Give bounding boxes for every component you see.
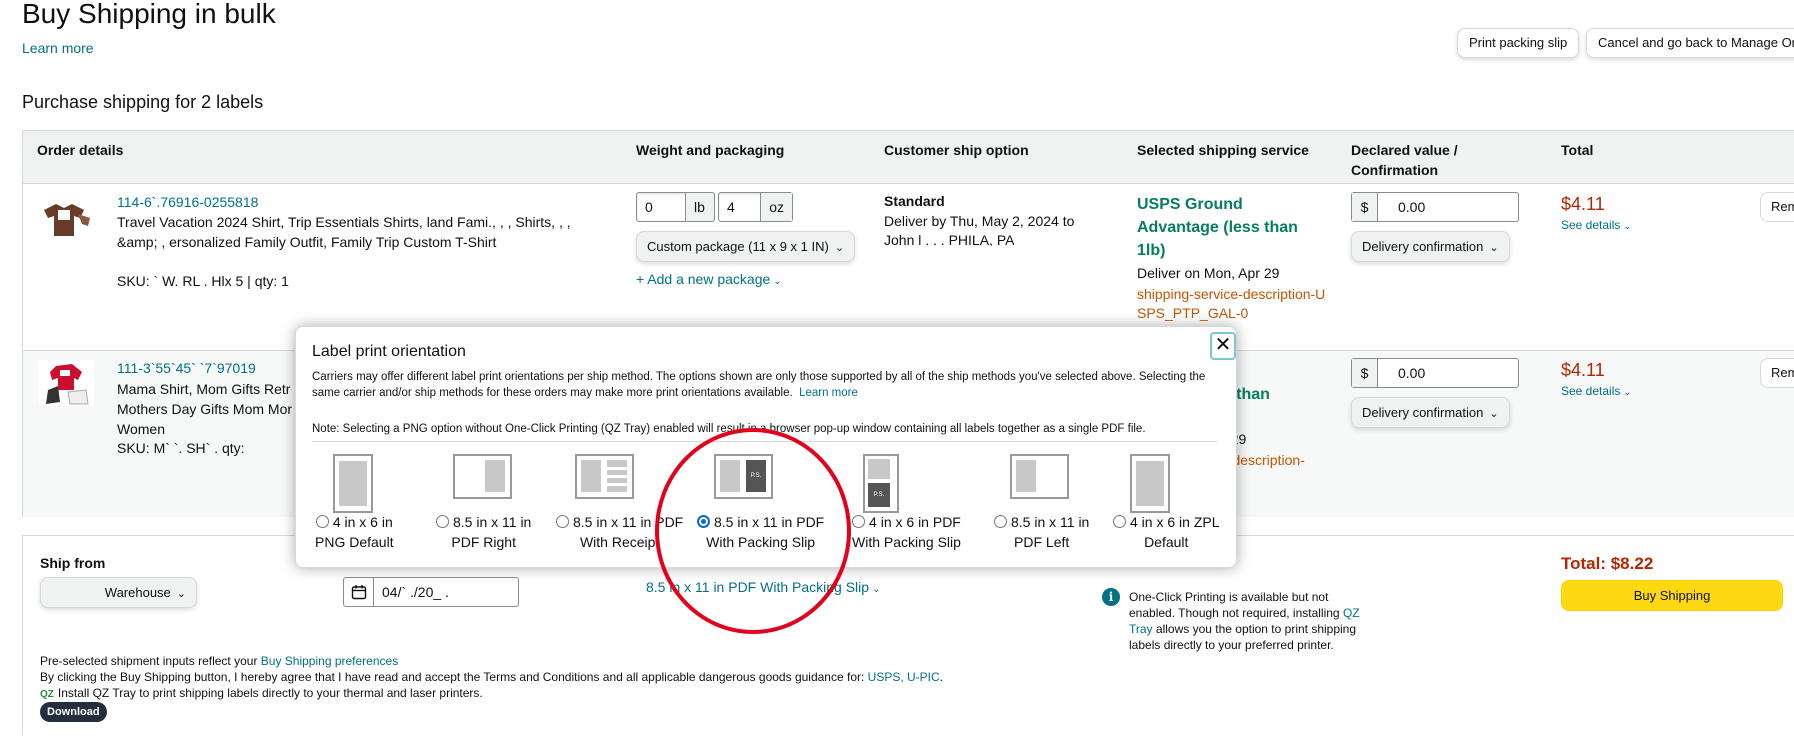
- product-sku: SKU: M` `. SH` . qty:: [117, 440, 245, 456]
- selected-service-name: USPS Ground Advantage (less than 1lb): [1137, 196, 1298, 259]
- header-total: Total: [1561, 142, 1594, 158]
- product-thumbnail[interactable]: [38, 196, 94, 242]
- calendar-icon[interactable]: [344, 578, 374, 606]
- header-order-details: Order details: [37, 142, 124, 158]
- remove-button[interactable]: Rem: [1760, 358, 1794, 388]
- preselected-note: Pre-selected shipment inputs reflect you…: [40, 654, 399, 668]
- chevron-down-icon: ⌄: [176, 588, 186, 600]
- chevron-down-icon: ⌄: [1489, 408, 1499, 420]
- customer-option-title: Standard: [884, 193, 945, 209]
- product-thumbnail[interactable]: [38, 360, 94, 406]
- service-description: shipping-service-description-USPS_PTP_GA…: [1137, 286, 1326, 321]
- header-weight: Weight and packaging: [636, 142, 785, 158]
- option-4x6-pdf-packing-slip[interactable]: 4 in x 6 in PDF With Packing Slip: [852, 512, 961, 552]
- row-total: $4.11: [1561, 194, 1605, 214]
- modal-title: Label print orientation: [312, 343, 466, 360]
- info-icon: i: [1102, 588, 1120, 606]
- radio-button[interactable]: [1113, 515, 1126, 528]
- chevron-down-icon: ⌄: [1489, 242, 1499, 254]
- see-details-link[interactable]: See details ⌄: [1561, 218, 1632, 232]
- option-letter-pdf-right[interactable]: 8.5 in x 11 in PDF Right: [436, 512, 531, 552]
- chevron-down-icon: ⌄: [872, 584, 881, 595]
- remove-button[interactable]: Rem: [1760, 192, 1794, 222]
- service-delivery-date: Deliver on Mon, Apr 29: [1137, 265, 1280, 281]
- chevron-down-icon: ⌄: [1623, 387, 1632, 398]
- header-selected-service: Selected shipping service: [1137, 142, 1309, 158]
- modal-learn-more-link[interactable]: Learn more: [799, 387, 858, 399]
- row-total: $4.11: [1561, 360, 1605, 380]
- radio-button[interactable]: [556, 515, 569, 528]
- option-4x6-png-default[interactable]: 4 in x 6 in PNG Default: [315, 512, 394, 552]
- customer-option-deliver: Deliver by Thu, May 2, 2024 to: [884, 213, 1075, 229]
- order-id-link[interactable]: 114-6`.76916-0255818: [117, 194, 258, 210]
- radio-button[interactable]: [315, 515, 329, 528]
- declared-value-input[interactable]: $0.00: [1351, 358, 1519, 388]
- chevron-down-icon: ⌄: [773, 276, 782, 287]
- confirmation-dropdown[interactable]: Delivery confirmation ⌄: [1351, 231, 1510, 262]
- radio-button[interactable]: [436, 515, 449, 528]
- add-package-link[interactable]: + Add a new package ⌄: [636, 271, 782, 287]
- customer-option-address: John l . . . PHILA, PA: [884, 232, 1015, 246]
- product-title: Travel Vacation 2024 Shirt, Trip Essenti…: [117, 214, 571, 250]
- buy-shipping-button[interactable]: Buy Shipping: [1561, 580, 1783, 611]
- radio-button[interactable]: [852, 515, 866, 528]
- learn-more-link[interactable]: Learn more: [22, 40, 94, 56]
- modal-description: Carriers may offer different label print…: [312, 371, 1206, 399]
- ship-from-dropdown[interactable]: Warehouse ⌄: [40, 577, 197, 608]
- order-id-link[interactable]: 111-3`55`45` `7`97019: [117, 360, 256, 376]
- see-details-link[interactable]: See details ⌄: [1561, 384, 1632, 398]
- package-dropdown[interactable]: Custom package (11 x 9 x 1 IN) ⌄: [636, 231, 856, 262]
- close-icon[interactable]: ✕: [1210, 332, 1236, 360]
- grand-total: Total: $8.22: [1561, 554, 1654, 573]
- page-title: Buy Shipping in bulk: [22, 0, 276, 29]
- weight-lb-input[interactable]: 0 lb: [636, 192, 715, 222]
- declared-value-input[interactable]: $0.00: [1351, 192, 1519, 222]
- ship-date-input[interactable]: 04/` ./20_ .: [343, 577, 519, 607]
- chevron-down-icon: ⌄: [1623, 221, 1632, 232]
- header-customer-option: Customer ship option: [884, 142, 1029, 158]
- download-button[interactable]: Download: [40, 702, 107, 722]
- annotation-circle: [655, 428, 851, 634]
- radio-button[interactable]: [994, 515, 1007, 528]
- print-packing-slip-button[interactable]: Print packing slip: [1457, 28, 1580, 58]
- confirmation-dropdown[interactable]: Delivery confirmation ⌄: [1351, 397, 1510, 428]
- ship-from-label: Ship from: [40, 555, 106, 571]
- carrier-terms-link[interactable]: USPS, U-PIC: [868, 670, 940, 684]
- qz-logo-icon: QZ: [40, 689, 54, 700]
- qz-install-note: QZ Install QZ Tray to print shipping labe…: [40, 686, 483, 700]
- chevron-down-icon: ⌄: [834, 242, 845, 254]
- product-title: Mama Shirt, Mom Gifts Retr Mothers Day G…: [117, 381, 293, 437]
- purchase-subtitle: Purchase shipping for 2 labels: [22, 92, 264, 112]
- cancel-back-button[interactable]: Cancel and go back to Manage Or: [1586, 28, 1794, 58]
- header-declared-value: Declared value / Confirmation: [1351, 142, 1458, 178]
- product-sku: SKU: ` W. RL . Hlx 5 | qty: 1: [117, 273, 289, 289]
- preferences-link[interactable]: Buy Shipping preferences: [261, 654, 398, 668]
- one-click-info: One-Click Printing is available but not …: [1129, 590, 1360, 652]
- terms-agreement: By clicking the Buy Shipping button, I h…: [40, 670, 944, 684]
- option-letter-pdf-left[interactable]: 8.5 in x 11 in PDF Left: [994, 512, 1089, 552]
- weight-oz-input[interactable]: 4 oz: [718, 192, 793, 222]
- option-4x6-zpl-default[interactable]: 4 in x 6 in ZPL Default: [1113, 512, 1220, 552]
